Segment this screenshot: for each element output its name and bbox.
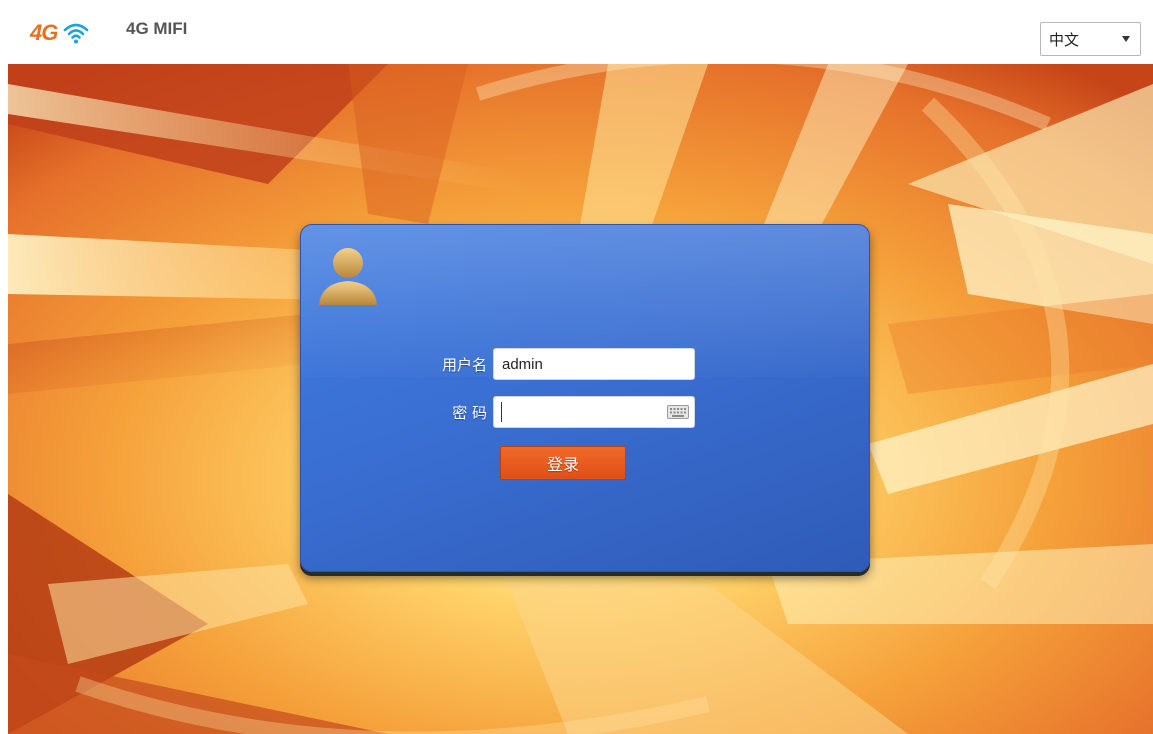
background-stage: 用户名 密 码 xyxy=(8,64,1153,734)
login-button[interactable]: 登录 xyxy=(500,446,626,480)
language-selected-value: 中文 xyxy=(1049,30,1080,49)
username-row: 用户名 xyxy=(421,348,695,380)
language-select[interactable]: 中文 xyxy=(1040,22,1141,56)
login-panel: 用户名 密 码 xyxy=(300,224,870,572)
username-input[interactable] xyxy=(493,348,695,380)
logo-4g-text: 4G xyxy=(30,20,58,45)
wifi-icon xyxy=(64,23,89,44)
keyboard-icon[interactable] xyxy=(667,405,689,419)
text-cursor xyxy=(501,402,502,422)
top-header: 4G 4G MIFI 中文 xyxy=(0,0,1153,64)
product-name: 4G MIFI xyxy=(126,19,188,38)
username-label: 用户名 xyxy=(441,355,487,374)
chevron-down-icon xyxy=(1122,36,1130,42)
password-label: 密 码 xyxy=(452,403,487,422)
password-input[interactable] xyxy=(493,396,695,428)
user-avatar-icon xyxy=(319,248,377,305)
brand-logo: 4G xyxy=(30,18,89,48)
password-field-wrapper xyxy=(493,396,695,428)
password-row: 密 码 xyxy=(421,396,695,428)
